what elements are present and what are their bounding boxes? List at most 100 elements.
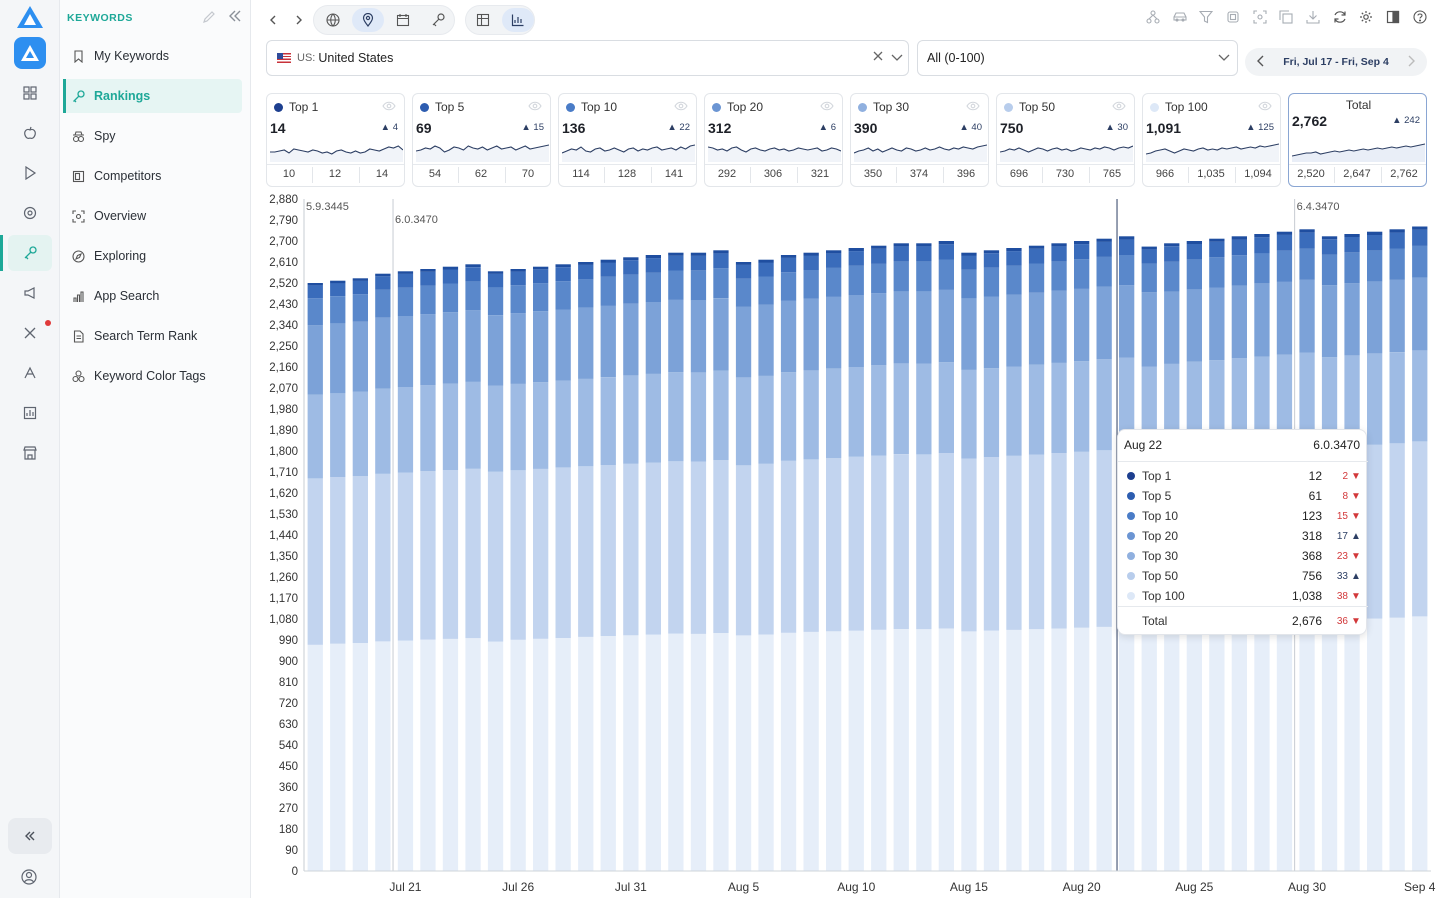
chevron-down-icon[interactable] [890,50,904,64]
filter-icon[interactable] [1199,10,1213,24]
card-top-20[interactable]: Top 20 312 ▲ 6 292 306 321 [704,93,843,187]
card-top-50[interactable]: Top 50 750 ▲ 30 696 730 765 [996,93,1135,187]
rail-play-icon[interactable] [8,155,52,191]
rail-ads-icon[interactable] [8,355,52,391]
bar-segment-top10 [848,265,864,295]
rank-range-select[interactable]: All (0-100) [917,40,1238,76]
eye-icon[interactable] [966,101,980,111]
bar-segment-top10 [645,272,661,302]
sidebar-item-app-search[interactable]: App Search [64,279,242,313]
bar-segment-top1 [420,269,436,272]
sparkline [1292,143,1425,162]
sidebar-item-spy[interactable]: Spy [64,119,242,153]
view-options-group [313,5,455,35]
copy-icon[interactable] [1279,10,1293,24]
tooltip-series-value: 12 [1308,469,1322,483]
table-view-button[interactable] [471,8,495,32]
eye-icon[interactable] [1112,101,1126,111]
bar-segment-top50 [645,462,661,635]
account-icon[interactable] [20,868,38,891]
eye-icon[interactable] [820,101,834,111]
y-tick-label: 2,700 [269,236,298,248]
bar-segment-top20 [780,300,797,373]
y-tick-label: 2,790 [269,215,298,227]
rail-store-icon[interactable] [8,435,52,471]
bar-segment-top20 [1231,285,1247,359]
collapse-panel-icon[interactable] [228,9,242,23]
card-value: 390 [854,120,878,136]
refresh-icon[interactable] [1333,10,1347,24]
eye-icon[interactable] [528,101,542,111]
help-icon[interactable] [1413,10,1427,24]
layers-icon[interactable] [1226,10,1240,24]
rail-collapse-button[interactable] [8,818,52,854]
rail-dashboard-icon[interactable] [8,75,52,111]
eye-icon[interactable] [1258,101,1272,111]
bar-segment-top100 [961,631,977,871]
sidebar-item-exploring[interactable]: Exploring [64,239,242,273]
card-delta-value: 22 [679,122,690,133]
eye-icon[interactable] [382,101,396,111]
bar-segment-top1 [938,241,954,245]
eye-icon[interactable] [674,101,688,111]
bar-segment-top5 [465,267,481,282]
card-tick-min: 966 [1155,168,1175,180]
tooltip-series-label: Top 1 [1142,469,1172,483]
bar-segment-top5 [510,271,526,286]
rail-apple-icon[interactable] [8,115,52,151]
card-top-1[interactable]: Top 1 14 ▲ 4 10 12 14 [266,93,405,187]
focus-icon[interactable] [1253,10,1267,24]
chevron-right-icon[interactable] [1404,54,1418,68]
chart-view-button[interactable] [506,8,530,32]
hierarchy-icon[interactable] [1146,10,1160,24]
card-top-5[interactable]: Top 5 69 ▲ 15 54 62 70 [412,93,551,187]
card-top-100[interactable]: Top 100 1,091 ▲ 125 966 1,035 1,094 [1142,93,1281,187]
bar-segment-top50 [713,460,729,634]
bar-segment-top10 [1276,250,1293,282]
forward-button[interactable] [287,8,311,32]
card-tick-min: 696 [1009,168,1029,180]
sidebar-item-keyword-color-tags[interactable]: Keyword Color Tags [64,359,242,393]
bar-segment-top10 [420,285,436,315]
card-top-30[interactable]: Top 30 390 ▲ 40 350 374 396 [850,93,989,187]
key-filter-button[interactable] [426,8,450,32]
clear-icon[interactable] [872,50,884,62]
bar-segment-top10 [668,270,684,300]
settings-icon[interactable] [1359,10,1373,24]
card-label: Total [1345,98,1372,112]
bar-segment-top1 [307,283,323,286]
country-select[interactable]: US: United States [266,40,909,76]
sidebar-item-rankings[interactable]: Rankings [63,79,242,113]
key-icon [432,13,445,27]
app-logo-icon[interactable] [16,5,44,29]
chevron-left-icon[interactable] [1254,54,1268,68]
bar-segment-top100 [690,633,707,871]
bar-segment-top20 [871,293,887,366]
bar-segment-top30 [420,385,436,472]
bar-segment-top100 [1051,628,1067,871]
sidebar-item-my-keywords[interactable]: My Keywords [64,39,242,73]
sidebar-item-overview[interactable]: Overview [64,199,242,233]
rail-eye-icon[interactable] [8,195,52,231]
x-tick-label: Aug 5 [728,880,760,894]
bar-segment-top5 [555,267,571,282]
rail-megaphone-icon[interactable] [8,275,52,311]
rail-report-icon[interactable] [8,395,52,431]
location-button[interactable] [356,8,380,32]
bar-segment-top50 [668,461,684,634]
card-total[interactable]: Total 2,762 ▲ 242 2,520 2,647 2,762 [1288,93,1427,187]
pencil-icon[interactable] [202,10,216,24]
sidebar-item-competitors[interactable]: Competitors [64,159,242,193]
download-icon[interactable] [1306,10,1320,24]
rail-keywords-icon[interactable] [0,235,52,271]
app-icon[interactable] [14,37,46,69]
car-icon[interactable] [1173,10,1187,24]
card-top-10[interactable]: Top 10 136 ▲ 22 114 128 141 [558,93,697,187]
back-button[interactable] [261,8,285,32]
card-tick-max: 2,762 [1390,168,1418,180]
split-view-icon[interactable] [1386,10,1400,24]
globe-button[interactable] [321,8,345,32]
sidebar-item-search-term-rank[interactable]: Search Term Rank [64,319,242,353]
calendar-button[interactable] [391,8,415,32]
date-range-picker[interactable]: Fri, Jul 17 - Fri, Sep 4 [1245,48,1427,76]
